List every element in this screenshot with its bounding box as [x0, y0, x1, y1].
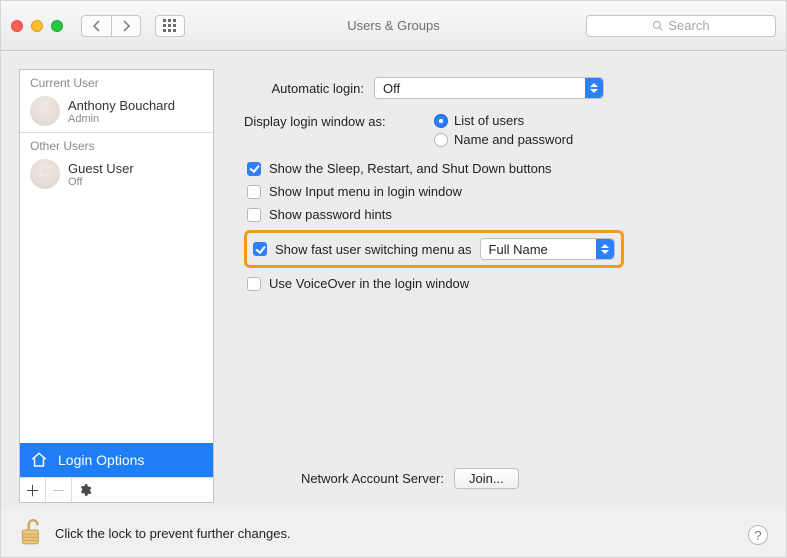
login-options-row[interactable]: Login Options	[20, 443, 213, 477]
avatar	[30, 96, 60, 126]
add-user-button[interactable]: ＋	[20, 478, 46, 502]
unlocked-padlock-icon	[19, 517, 45, 547]
network-account-server-row: Network Account Server: Join...	[244, 468, 760, 489]
network-account-server-label: Network Account Server:	[244, 471, 444, 486]
join-button[interactable]: Join...	[454, 468, 519, 489]
search-placeholder: Search	[668, 18, 709, 33]
gear-icon	[78, 483, 92, 497]
body: Current User Anthony Bouchard Admin Othe…	[1, 51, 786, 509]
remove-user-button: －	[46, 478, 72, 502]
checkbox-voiceover[interactable]: Use VoiceOver in the login window	[244, 276, 760, 291]
question-mark-icon: ?	[754, 528, 761, 543]
actions-gear-button[interactable]	[72, 478, 98, 502]
show-all-button[interactable]	[155, 15, 185, 37]
main-panel: Automatic login: Off Display login windo…	[228, 69, 768, 503]
other-user-row[interactable]: Guest User Off	[20, 155, 213, 195]
window-controls	[11, 20, 63, 32]
lock-text: Click the lock to prevent further change…	[55, 526, 291, 541]
grid-icon	[163, 19, 177, 33]
help-button[interactable]: ?	[748, 525, 768, 545]
checkbox-input-menu[interactable]: Show Input menu in login window	[244, 184, 760, 199]
checkbox-label: Show Input menu in login window	[269, 184, 462, 199]
forward-button[interactable]	[111, 15, 141, 37]
radio-name-password[interactable]: Name and password	[434, 132, 573, 147]
checkbox-label: Show the Sleep, Restart, and Shut Down b…	[269, 161, 552, 176]
minimize-window-button[interactable]	[31, 20, 43, 32]
checkbox-fast-user-switching[interactable]: Show fast user switching menu as	[253, 242, 472, 257]
search-icon	[652, 20, 664, 32]
lock-button[interactable]	[19, 517, 45, 550]
users-sidebar: Current User Anthony Bouchard Admin Othe…	[19, 69, 214, 503]
checkbox-indicator	[247, 208, 261, 222]
current-user-role: Admin	[68, 113, 175, 125]
highlight-fast-user-switching: Show fast user switching menu as Full Na…	[244, 230, 624, 268]
automatic-login-value: Off	[383, 81, 400, 96]
stepper-icon	[596, 239, 614, 259]
other-user-name: Guest User	[68, 161, 134, 176]
stepper-icon	[585, 78, 603, 98]
checkbox-sleep-restart-shutdown[interactable]: Show the Sleep, Restart, and Shut Down b…	[244, 161, 760, 176]
checkbox-label: Show password hints	[269, 207, 392, 222]
automatic-login-label: Automatic login:	[244, 81, 364, 96]
automatic-login-row: Automatic login: Off	[244, 77, 760, 99]
current-user-row[interactable]: Anthony Bouchard Admin	[20, 92, 213, 132]
radio-list-of-users[interactable]: List of users	[434, 113, 573, 128]
radio-label: Name and password	[454, 132, 573, 147]
checkbox-label: Use VoiceOver in the login window	[269, 276, 469, 291]
checkbox-indicator	[247, 162, 261, 176]
zoom-window-button[interactable]	[51, 20, 63, 32]
checkbox-password-hints[interactable]: Show password hints	[244, 207, 760, 222]
radio-indicator	[434, 133, 448, 147]
radio-indicator	[434, 114, 448, 128]
chevron-right-icon	[121, 20, 131, 32]
other-user-role: Off	[68, 176, 134, 188]
person-icon	[36, 165, 54, 183]
display-login-label: Display login window as:	[244, 113, 424, 129]
login-options-label: Login Options	[58, 452, 144, 468]
chevron-left-icon	[92, 20, 102, 32]
automatic-login-select[interactable]: Off	[374, 77, 604, 99]
back-button[interactable]	[81, 15, 111, 37]
fast-user-switching-value: Full Name	[489, 242, 548, 257]
home-icon	[30, 451, 48, 469]
current-user-heading: Current User	[20, 70, 213, 92]
other-users-heading: Other Users	[20, 133, 213, 155]
avatar	[30, 159, 60, 189]
join-button-label: Join...	[469, 471, 504, 486]
checkbox-label: Show fast user switching menu as	[275, 242, 472, 257]
radio-label: List of users	[454, 113, 524, 128]
checkbox-indicator	[247, 185, 261, 199]
nav-back-forward	[81, 15, 141, 37]
display-login-row: Display login window as: List of users N…	[244, 113, 760, 147]
sidebar-footer: ＋ －	[20, 477, 213, 502]
current-user-name: Anthony Bouchard	[68, 98, 175, 113]
prefs-window: Users & Groups Search Current User Antho…	[0, 0, 787, 558]
close-window-button[interactable]	[11, 20, 23, 32]
search-field[interactable]: Search	[586, 15, 776, 37]
checkbox-indicator	[253, 242, 267, 256]
checkbox-indicator	[247, 277, 261, 291]
fast-user-switching-select[interactable]: Full Name	[480, 238, 615, 260]
toolbar: Users & Groups Search	[1, 1, 786, 51]
footer: Click the lock to prevent further change…	[1, 509, 786, 557]
